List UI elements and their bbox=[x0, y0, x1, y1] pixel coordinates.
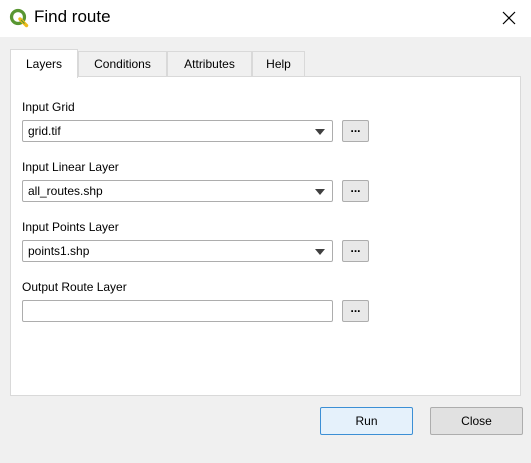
input-points-combo[interactable]: points1.shp bbox=[22, 240, 333, 262]
qgis-logo-icon bbox=[9, 8, 29, 28]
run-button[interactable]: Run bbox=[320, 407, 413, 435]
layers-panel: Input Grid grid.tif ... Input Linear Lay… bbox=[10, 76, 521, 396]
tab-layers[interactable]: Layers bbox=[10, 49, 78, 78]
input-grid-browse-button[interactable]: ... bbox=[342, 120, 369, 142]
input-grid-combo[interactable]: grid.tif bbox=[22, 120, 333, 142]
output-route-field[interactable] bbox=[22, 300, 333, 322]
close-icon[interactable] bbox=[500, 9, 518, 27]
title-bar: Find route bbox=[0, 0, 531, 37]
input-points-value: points1.shp bbox=[28, 244, 90, 258]
tab-help[interactable]: Help bbox=[252, 51, 305, 76]
output-route-label: Output Route Layer bbox=[22, 280, 127, 294]
chevron-down-icon bbox=[315, 249, 325, 255]
input-linear-label: Input Linear Layer bbox=[22, 160, 119, 174]
input-points-browse-button[interactable]: ... bbox=[342, 240, 369, 262]
input-linear-combo[interactable]: all_routes.shp bbox=[22, 180, 333, 202]
chevron-down-icon bbox=[315, 189, 325, 195]
input-grid-value: grid.tif bbox=[28, 124, 61, 138]
input-grid-label: Input Grid bbox=[22, 100, 75, 114]
chevron-down-icon bbox=[315, 129, 325, 135]
tab-conditions[interactable]: Conditions bbox=[78, 51, 167, 76]
input-points-label: Input Points Layer bbox=[22, 220, 119, 234]
window-title: Find route bbox=[34, 7, 111, 26]
output-route-browse-button[interactable]: ... bbox=[342, 300, 369, 322]
input-linear-browse-button[interactable]: ... bbox=[342, 180, 369, 202]
input-linear-value: all_routes.shp bbox=[28, 184, 103, 198]
close-button[interactable]: Close bbox=[430, 407, 523, 435]
tab-attributes[interactable]: Attributes bbox=[167, 51, 252, 76]
